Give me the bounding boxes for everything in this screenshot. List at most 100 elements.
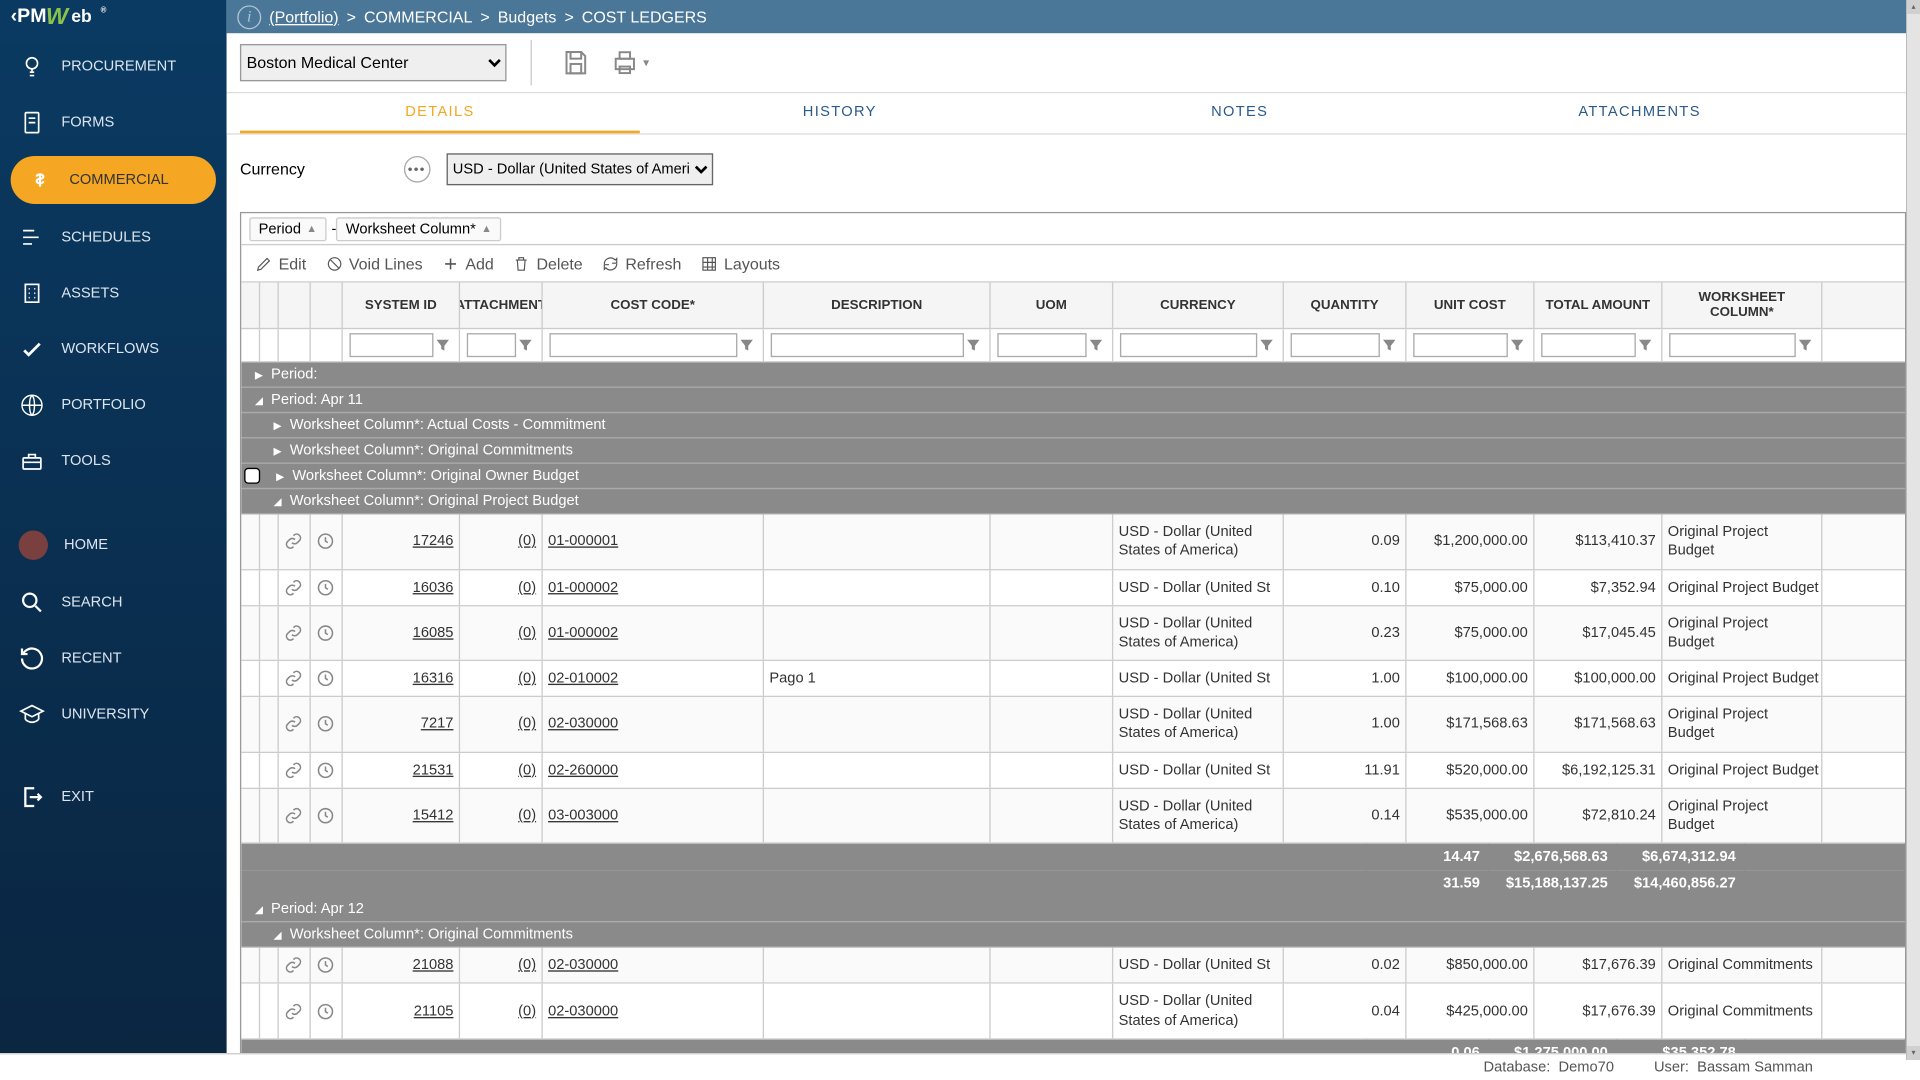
clock-icon[interactable] [316, 1002, 335, 1021]
table-row[interactable]: 21088(0)02-030000USD - Dollar (United St… [241, 948, 1905, 984]
funnel-icon[interactable] [516, 336, 535, 355]
clock-icon[interactable] [316, 807, 335, 826]
filter-tot[interactable] [1541, 333, 1636, 357]
nav-commercial[interactable]: COMMERCIAL [11, 156, 216, 204]
cost-code-link[interactable]: 01-000002 [548, 623, 618, 642]
col-attachment[interactable]: ATTACHMENT [460, 283, 543, 328]
refresh-button[interactable]: Refresh [601, 254, 681, 273]
clock-icon[interactable] [316, 761, 335, 780]
clock-icon[interactable] [316, 956, 335, 975]
nav-tools[interactable]: TOOLS [0, 433, 227, 489]
nav-university[interactable]: UNIVERSITY [0, 686, 227, 742]
attachment-link[interactable]: (0) [518, 806, 536, 825]
attachment-link[interactable]: (0) [518, 623, 536, 642]
system-id-link[interactable]: 7217 [421, 715, 454, 734]
nav-workflows[interactable]: WORKFLOWS [0, 321, 227, 377]
tab-notes[interactable]: NOTES [1040, 93, 1440, 133]
delete-button[interactable]: Delete [512, 254, 582, 273]
system-id-link[interactable]: 21531 [412, 762, 453, 778]
attachment-link[interactable]: (0) [518, 532, 536, 551]
link-icon[interactable] [284, 715, 303, 734]
nav-recent[interactable]: RECENT [0, 631, 227, 687]
scrollbar[interactable]: ▴▾ [1906, 0, 1920, 1060]
col-uom[interactable]: UOM [990, 283, 1113, 328]
filter-qty[interactable] [1290, 333, 1379, 357]
clock-icon[interactable] [316, 624, 335, 643]
void-button[interactable]: Void Lines [325, 254, 423, 273]
filter-att[interactable] [467, 333, 516, 357]
table-row[interactable]: 17246(0)01-000001USD - Dollar (United St… [241, 515, 1905, 570]
link-icon[interactable] [284, 1002, 303, 1021]
link-icon[interactable] [284, 624, 303, 643]
group-apr11[interactable]: ◢Period: Apr 11 [241, 388, 1905, 413]
cost-code-link[interactable]: 02-260000 [548, 762, 618, 778]
nav-exit[interactable]: EXIT [0, 769, 227, 825]
project-selector[interactable]: Boston Medical Center [240, 44, 507, 81]
nav-portfolio[interactable]: PORTFOLIO [0, 377, 227, 433]
nav-procurement[interactable]: PROCUREMENT [0, 39, 227, 95]
funnel-icon[interactable] [1257, 336, 1276, 355]
cost-code-link[interactable]: 02-030000 [548, 715, 618, 734]
link-icon[interactable] [284, 669, 303, 688]
group-orig-project[interactable]: ◢Worksheet Column*: Original Project Bud… [241, 489, 1905, 514]
tab-attachments[interactable]: ATTACHMENTS [1440, 93, 1840, 133]
filter-cur[interactable] [1120, 333, 1257, 357]
nav-home[interactable]: HOME [0, 516, 227, 575]
system-id-link[interactable]: 21105 [414, 1002, 454, 1021]
system-id-link[interactable]: 16036 [412, 579, 453, 595]
table-row[interactable]: 16036(0)01-000002USD - Dollar (United St… [241, 570, 1905, 606]
col-worksheet[interactable]: WORKSHEET COLUMN* [1662, 283, 1822, 328]
table-row[interactable]: 16085(0)01-000002USD - Dollar (United St… [241, 606, 1905, 661]
col-systemid[interactable]: SYSTEM ID [343, 283, 460, 328]
group-period[interactable]: Period▲ [249, 217, 326, 241]
cost-code-link[interactable]: 01-000001 [548, 532, 618, 551]
filter-code[interactable] [549, 333, 737, 357]
funnel-icon[interactable] [1796, 336, 1815, 355]
funnel-icon[interactable] [1380, 336, 1399, 355]
link-icon[interactable] [284, 807, 303, 826]
scroll-up-icon[interactable]: ▴ [1907, 0, 1920, 14]
group-orig-owner[interactable]: ▶Worksheet Column*: Original Owner Budge… [241, 464, 1905, 489]
table-row[interactable]: 16316(0)02-010002Pago 1USD - Dollar (Uni… [241, 661, 1905, 697]
filter-desc[interactable] [770, 333, 963, 357]
attachment-link[interactable]: (0) [518, 579, 536, 595]
funnel-icon[interactable] [1636, 336, 1655, 355]
link-icon[interactable] [284, 761, 303, 780]
link-icon[interactable] [284, 956, 303, 975]
save-button[interactable] [556, 43, 596, 83]
attachment-link[interactable]: (0) [518, 958, 536, 974]
table-row[interactable]: 21105(0)02-030000USD - Dollar (United St… [241, 984, 1905, 1039]
col-unitcost[interactable]: UNIT COST [1406, 283, 1534, 328]
nav-search[interactable]: SEARCH [0, 575, 227, 631]
link-icon[interactable] [284, 532, 303, 551]
col-costcode[interactable]: COST CODE* [543, 283, 764, 328]
clock-icon[interactable] [316, 669, 335, 688]
print-button[interactable]: ▾ [609, 43, 649, 83]
group-orig-commit-2[interactable]: ◢Worksheet Column*: Original Commitments [241, 923, 1905, 948]
currency-select[interactable]: USD - Dollar (United States of America) [446, 153, 713, 185]
edit-button[interactable]: Edit [255, 254, 307, 273]
cost-code-link[interactable]: 02-010002 [548, 671, 618, 687]
breadcrumb-root[interactable]: (Portfolio) [269, 7, 338, 26]
system-id-link[interactable]: 17246 [412, 532, 453, 551]
col-quantity[interactable]: QUANTITY [1284, 283, 1407, 328]
tab-details[interactable]: DETAILS [240, 93, 640, 133]
system-id-link[interactable]: 15412 [412, 806, 453, 825]
scroll-down-icon[interactable]: ▾ [1907, 1046, 1920, 1060]
filter-uom[interactable] [997, 333, 1086, 357]
cost-code-link[interactable]: 02-030000 [548, 958, 618, 974]
filter-sid[interactable] [349, 333, 433, 357]
system-id-link[interactable]: 21088 [412, 958, 453, 974]
funnel-icon[interactable] [433, 336, 452, 355]
cost-code-link[interactable]: 02-030000 [548, 1002, 618, 1021]
info-icon[interactable]: i [237, 5, 261, 29]
group-actual-costs[interactable]: ▶Worksheet Column*: Actual Costs - Commi… [241, 413, 1905, 438]
system-id-link[interactable]: 16316 [412, 671, 453, 687]
group-worksheet[interactable]: Worksheet Column*▲ [336, 217, 501, 241]
add-button[interactable]: Add [441, 254, 493, 273]
col-currency[interactable]: CURRENCY [1113, 283, 1284, 328]
group-period-empty[interactable]: ▶Period: [241, 363, 1905, 388]
table-row[interactable]: 21531(0)02-260000USD - Dollar (United St… [241, 753, 1905, 789]
cost-code-link[interactable]: 03-003000 [548, 806, 618, 825]
layouts-button[interactable]: Layouts [700, 254, 780, 273]
